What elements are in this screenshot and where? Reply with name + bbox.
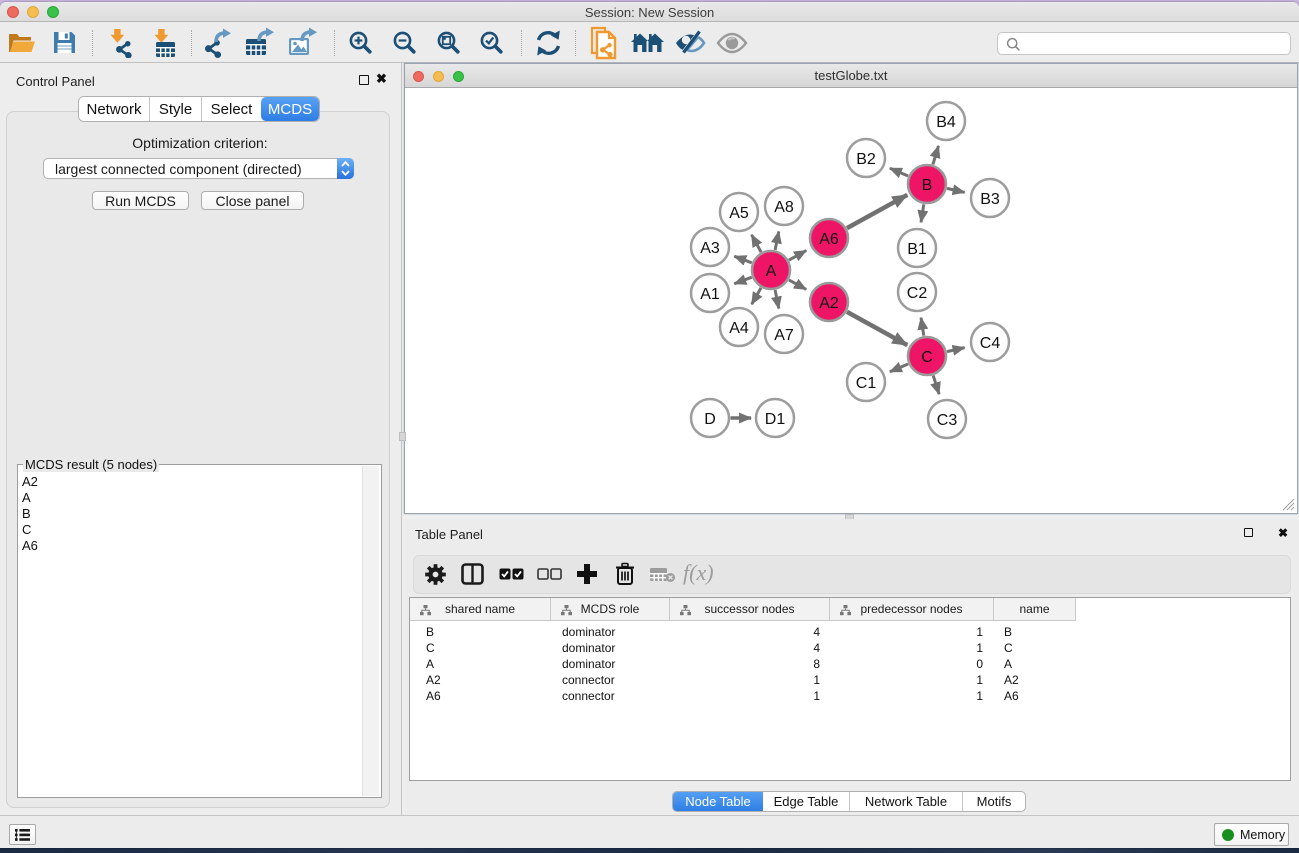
svg-text:D1: D1 <box>765 411 786 428</box>
svg-text:A8: A8 <box>774 199 794 216</box>
svg-text:A5: A5 <box>729 205 749 222</box>
svg-text:C3: C3 <box>937 412 958 429</box>
svg-text:B3: B3 <box>980 191 1000 208</box>
svg-text:C1: C1 <box>856 375 877 392</box>
svg-text:A7: A7 <box>774 327 794 344</box>
svg-text:C4: C4 <box>980 335 1001 352</box>
svg-text:B2: B2 <box>856 151 876 168</box>
svg-text:B1: B1 <box>907 241 927 258</box>
svg-text:A: A <box>766 263 777 280</box>
svg-text:A1: A1 <box>700 286 720 303</box>
svg-text:D: D <box>704 411 716 428</box>
svg-text:A3: A3 <box>700 240 720 257</box>
svg-text:A4: A4 <box>729 320 749 337</box>
svg-text:A2: A2 <box>819 295 839 312</box>
svg-text:A6: A6 <box>819 231 839 248</box>
svg-text:C: C <box>921 349 933 366</box>
svg-text:B4: B4 <box>936 114 956 131</box>
svg-text:B: B <box>922 177 933 194</box>
svg-text:C2: C2 <box>907 285 928 302</box>
